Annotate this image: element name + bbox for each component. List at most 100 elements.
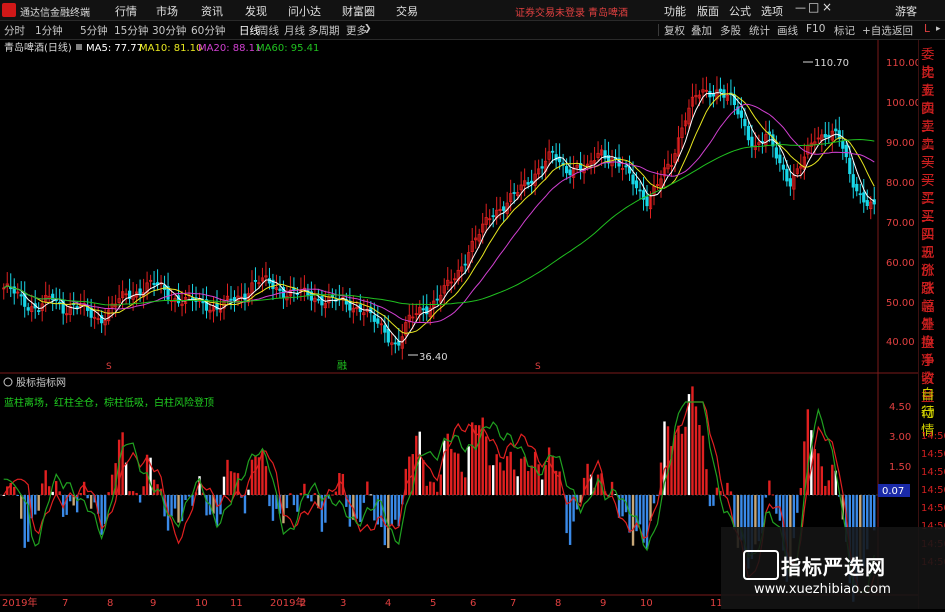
time-tick: 10 — [640, 598, 653, 609]
minimize-icon[interactable]: — — [795, 1, 806, 14]
menu-item-function[interactable]: 功能 — [664, 3, 686, 19]
candle-body — [540, 166, 544, 169]
candle-body — [634, 180, 639, 189]
indicator-bar — [303, 483, 306, 495]
indicator-bar — [177, 495, 180, 523]
indicator-bar — [799, 487, 803, 495]
close-icon[interactable]: × — [822, 0, 832, 14]
candle-body — [229, 298, 233, 301]
candle-body — [551, 150, 555, 153]
indicator-bar — [691, 386, 694, 495]
btn-restore-rights[interactable]: 复权 — [664, 23, 685, 38]
indicator-bar — [680, 433, 684, 495]
price-axis-ticks: 110.00 100.00 90.00 80.00 70.00 60.00 50… — [886, 58, 921, 348]
indicator-bar — [226, 459, 229, 495]
chart-area[interactable]: 青岛啤酒(日线) MA5: 77.77 MA10: 81.10 MA20: 88… — [0, 40, 945, 609]
side-time-tick: 14:50 — [921, 449, 945, 460]
side-time-tick: 14:50 — [921, 431, 945, 442]
indicator-bar — [20, 495, 23, 519]
login-notice[interactable]: 证券交易未登录 — [515, 4, 585, 19]
period-toolbar: 分时 1分钟 5分钟 15分钟 30分钟 60分钟 日线 周线 月线 多周期 更… — [0, 21, 945, 40]
tab-5min[interactable]: 5分钟 — [80, 23, 108, 38]
indicator-bar — [436, 491, 439, 495]
tab-intraday[interactable]: 分时 — [4, 23, 25, 38]
tab-monthly[interactable]: 月线 — [284, 23, 305, 38]
candle-body — [491, 215, 495, 218]
stock-label: 青岛啤酒(日线) — [4, 41, 72, 54]
menu-item-formula[interactable]: 公式 — [729, 3, 751, 19]
tab-daily[interactable]: 日线 — [239, 23, 260, 38]
menu-item-layout[interactable]: 版面 — [697, 3, 719, 19]
candle-body — [858, 193, 862, 196]
btn-mark[interactable]: 标记 — [834, 23, 855, 38]
menu-item-ask[interactable]: 问小达 — [288, 3, 321, 19]
menu-item-news[interactable]: 资讯 — [201, 3, 223, 19]
menu-item-discover[interactable]: 发现 — [245, 3, 267, 19]
btn-add-favorite[interactable]: +自选 — [862, 23, 892, 38]
tab-multi-period[interactable]: 多周期 — [308, 23, 340, 38]
indicator-bar — [184, 495, 187, 501]
app-logo-icon — [2, 3, 16, 17]
candle-body — [848, 157, 852, 175]
btn-f10[interactable]: F10 — [806, 23, 825, 35]
time-tick: 8 — [555, 598, 561, 609]
ma-legend-box — [76, 44, 82, 50]
menu-item-wealth[interactable]: 财富圈 — [342, 3, 375, 19]
indicator-bar — [771, 494, 775, 496]
indicator-bar — [47, 486, 51, 495]
candle-body — [844, 144, 848, 158]
indicator-settings-icon[interactable] — [3, 377, 13, 387]
high-label: 110.70 — [814, 58, 849, 69]
indicator-bar — [247, 489, 250, 495]
indicator-bar — [362, 495, 366, 503]
btn-statistics[interactable]: 统计 — [749, 23, 770, 38]
menu-item-market[interactable]: 行情 — [115, 3, 137, 19]
btn-multi-stock[interactable]: 多股 — [720, 23, 741, 38]
indicator-bar — [505, 456, 509, 495]
price-tick: 100.00 — [886, 98, 921, 109]
indicator-bar — [484, 436, 488, 495]
indicator-tick: 1.50 — [889, 462, 911, 473]
indicator-bar — [596, 474, 600, 495]
time-tick: 9 — [150, 598, 156, 609]
more-arrow-icon[interactable]: ❯ — [364, 24, 372, 34]
indicator-bar — [121, 432, 124, 495]
indicator-bar — [296, 495, 299, 512]
panel-arrow-icon[interactable]: ▸ — [936, 24, 941, 34]
time-tick: 2 — [300, 598, 306, 609]
indicator-bar — [380, 495, 383, 528]
candle-body — [778, 154, 782, 164]
indicator-bar — [369, 494, 373, 496]
time-tick: 3 — [340, 598, 346, 609]
tab-15min[interactable]: 15分钟 — [114, 23, 148, 38]
candle-body — [383, 325, 387, 333]
price-tick: 90.00 — [886, 138, 915, 149]
btn-draw-line[interactable]: 画线 — [777, 23, 798, 38]
menu-item-quote[interactable]: 市场 — [156, 3, 178, 19]
candle-body — [624, 165, 628, 168]
time-tick: 7 — [62, 598, 68, 609]
tab-60min[interactable]: 60分钟 — [191, 23, 225, 38]
indicator-bar — [687, 394, 691, 495]
candle-body — [201, 300, 205, 304]
btn-back[interactable]: 返回 — [892, 23, 913, 38]
indicator-bar — [89, 495, 93, 509]
btn-overlay[interactable]: 叠加 — [691, 23, 712, 38]
tab-weekly[interactable]: 周线 — [258, 23, 279, 38]
indicator-bar — [715, 487, 719, 495]
tab-30min[interactable]: 30分钟 — [152, 23, 186, 38]
panel-toggle-l[interactable]: L — [924, 23, 930, 35]
tab-1min[interactable]: 1分钟 — [35, 23, 63, 38]
indicator-bar — [502, 470, 505, 495]
indicator-bar — [768, 480, 771, 495]
indicator-bar — [701, 435, 705, 495]
maximize-icon[interactable]: □ — [808, 0, 819, 14]
menu-item-options[interactable]: 选项 — [761, 3, 783, 19]
indicator-bar — [491, 465, 495, 495]
indicator-bar — [638, 495, 642, 525]
menu-item-trade[interactable]: 交易 — [396, 3, 418, 19]
time-tick: 5 — [430, 598, 436, 609]
indicator-bar — [450, 448, 453, 495]
guest-button[interactable]: 游客 — [895, 3, 917, 19]
indicator-bar — [586, 463, 589, 495]
